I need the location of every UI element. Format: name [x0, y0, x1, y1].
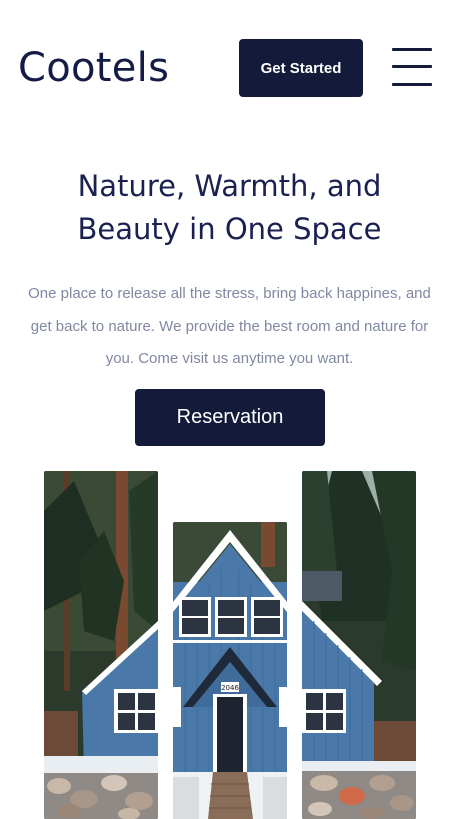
house-number: 2046 — [221, 684, 239, 692]
gallery-image-center: 2046 — [173, 522, 287, 819]
menu-bar — [392, 83, 432, 86]
brand-logo[interactable]: Cootels — [18, 42, 169, 94]
site-header: Cootels Get Started — [0, 0, 459, 130]
get-started-button[interactable]: Get Started — [239, 39, 363, 97]
menu-bar — [392, 48, 432, 51]
hero-title-line: Beauty in One Space — [77, 212, 382, 246]
menu-bar — [392, 65, 432, 68]
gallery-image-right — [302, 471, 416, 819]
hero-title-line: Nature, Warmth, and — [77, 169, 382, 203]
gallery-image-left — [44, 471, 158, 819]
hero-description: One place to release all the stress, bri… — [28, 285, 431, 367]
reservation-button[interactable]: Reservation — [135, 389, 325, 446]
hamburger-menu-icon[interactable] — [392, 46, 432, 88]
hero-title: Nature, Warmth, and Beauty in One Space — [20, 165, 439, 251]
